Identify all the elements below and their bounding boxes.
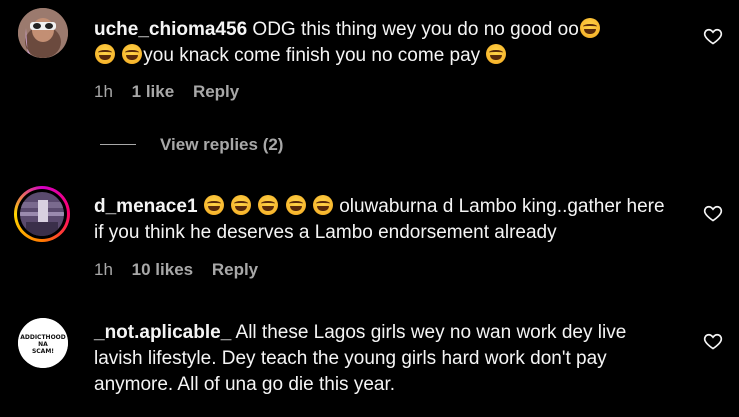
avatar-photo (18, 8, 68, 58)
avatar[interactable] (14, 186, 70, 242)
comment-username[interactable]: _not.aplicable_ (94, 322, 231, 343)
svg-text:NA: NA (38, 341, 48, 348)
comment-time: 1h (94, 260, 113, 279)
svg-text:ADDICTHOOD: ADDICTHOOD (20, 334, 66, 341)
laughing-emoji-icon (285, 195, 306, 215)
laughing-emoji-icon (122, 44, 143, 64)
comment-meta: 1h 1 like Reply (94, 82, 253, 102)
reply-button[interactable]: Reply (193, 82, 239, 101)
heart-outline-icon[interactable] (703, 26, 723, 46)
avatar-photo (20, 192, 64, 236)
comment-username[interactable]: uche_chioma456 (94, 19, 247, 40)
view-replies-divider (100, 144, 136, 145)
comment-time: 1h (94, 82, 113, 101)
laughing-emoji-icon (231, 195, 252, 215)
heart-outline-icon[interactable] (703, 331, 723, 351)
likes-count[interactable]: 1 like (132, 82, 175, 101)
comment-username[interactable]: d_menace1 (94, 196, 198, 217)
laughing-emoji-icon (312, 195, 333, 215)
likes-count[interactable]: 10 likes (132, 260, 193, 279)
view-replies-button[interactable]: View replies (2) (160, 135, 283, 155)
heart-outline-icon[interactable] (703, 203, 723, 223)
laughing-emoji-icon (258, 195, 279, 215)
avatar[interactable] (18, 8, 68, 58)
avatar[interactable]: ADDICTHOOD NA SCAM! (18, 318, 68, 368)
comment-text: uche_chioma456 ODG this thing wey you do… (94, 17, 674, 69)
avatar-logo: ADDICTHOOD NA SCAM! (18, 318, 68, 368)
laughing-emoji-icon (95, 44, 115, 64)
laughing-emoji-icon (486, 44, 507, 64)
comment-text: _not.aplicable_ All these Lagos girls we… (94, 320, 674, 398)
laughing-emoji-icon (579, 18, 600, 38)
comment-body-cont: you knack come finish you no come pay (143, 45, 486, 66)
comment-meta: 1h 10 likes Reply (94, 260, 272, 280)
laughing-emoji-icon (203, 195, 224, 215)
reply-button[interactable]: Reply (212, 260, 258, 279)
svg-text:SCAM!: SCAM! (32, 348, 54, 355)
comment-body: ODG this thing wey you do no good oo (252, 19, 579, 40)
comment-text: d_menace1 oluwaburna d Lambo king..gathe… (94, 194, 674, 246)
